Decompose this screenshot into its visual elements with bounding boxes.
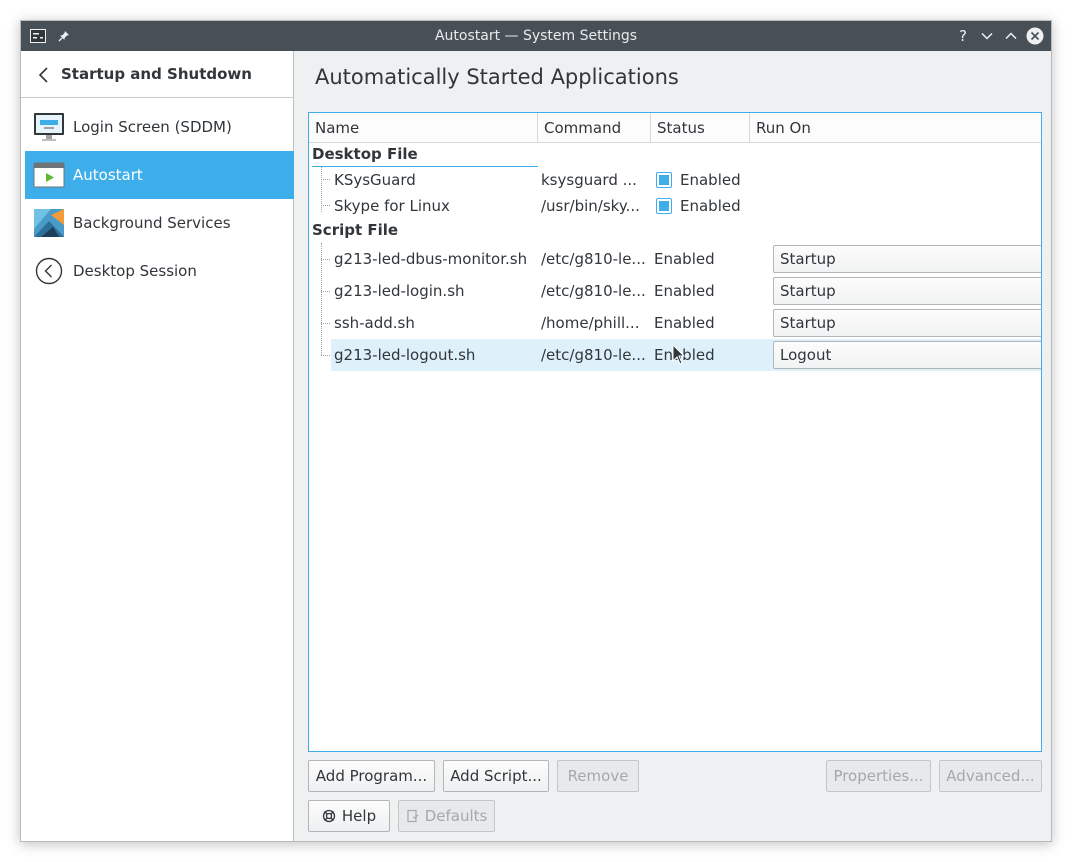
row-status: Enabled [654, 346, 715, 364]
row-name: KSysGuard [334, 171, 416, 189]
status-label: Enabled [680, 171, 741, 189]
enabled-checkbox[interactable] [656, 198, 672, 214]
row-name: g213-led-login.sh [334, 282, 465, 300]
sidebar-item-label: Autostart [73, 166, 143, 184]
enabled-checkbox[interactable] [656, 172, 672, 188]
table-row[interactable]: g213-led-login.sh /etc/g810-le... Enable… [331, 275, 1041, 307]
close-icon[interactable] [1024, 21, 1046, 51]
row-command: /home/phill... [541, 314, 640, 332]
table-row[interactable]: ssh-add.sh /home/phill... Enabled Startu… [331, 307, 1041, 339]
sidebar-item-label: Background Services [73, 214, 231, 232]
group-script-file[interactable]: Script File [312, 218, 398, 242]
table-row[interactable]: Skype for Linux /usr/bin/sky... Enabled [331, 193, 1041, 219]
tree-branch-tick [321, 323, 330, 324]
lifebuoy-icon [322, 809, 336, 823]
autostart-tree[interactable]: Name Command Status Run On Desktop File … [308, 112, 1042, 752]
defaults-button[interactable]: Defaults [398, 800, 495, 832]
minimize-icon[interactable] [976, 21, 998, 51]
tree-branch-tick [321, 355, 330, 356]
title-bar: Autostart — System Settings ? [21, 21, 1051, 51]
sidebar-item-label: Desktop Session [73, 262, 197, 280]
row-name: g213-led-dbus-monitor.sh [334, 250, 528, 268]
row-command: /etc/g810-le... [541, 282, 646, 300]
sidebar-item-label: Login Screen (SDDM) [73, 118, 232, 136]
run-on-value: Startup [780, 282, 836, 300]
column-header-status[interactable]: Status [651, 113, 750, 143]
mouse-cursor-icon [672, 344, 686, 365]
maximize-icon[interactable] [1000, 21, 1022, 51]
table-row-selected[interactable]: g213-led-logout.sh /etc/g810-le... Enabl… [331, 339, 1041, 371]
row-command: /etc/g810-le... [541, 346, 646, 364]
monitor-icon [34, 113, 64, 141]
main-content: Automatically Started Applications Name … [295, 51, 1051, 841]
row-status: Enabled [656, 167, 766, 193]
row-status: Enabled [654, 250, 715, 268]
sidebar-item-desktop-session[interactable]: Desktop Session [25, 247, 294, 295]
table-row[interactable]: g213-led-dbus-monitor.sh /etc/g810-le...… [331, 243, 1041, 275]
row-status: Enabled [654, 282, 715, 300]
run-on-dropdown[interactable]: Logout [773, 341, 1041, 369]
run-on-dropdown[interactable]: Startup [773, 245, 1041, 273]
window-title: Autostart — System Settings [434, 28, 638, 44]
row-status: Enabled [656, 193, 766, 219]
sidebar-item-background-services[interactable]: Background Services [25, 199, 294, 247]
row-command: ksysguard ... [541, 171, 637, 189]
column-header-command[interactable]: Command [538, 113, 651, 143]
help-icon[interactable]: ? [952, 21, 974, 51]
run-on-dropdown[interactable]: Startup [773, 277, 1041, 305]
sidebar-title: Startup and Shutdown [61, 65, 252, 83]
advanced-button[interactable]: Advanced... [939, 760, 1042, 792]
table-row[interactable]: KSysGuard ksysguard ... Enabled [331, 167, 1041, 193]
tree-branch-tick [321, 259, 330, 260]
tree-header: Name Command Status Run On [309, 113, 1041, 143]
page-title: Automatically Started Applications [315, 65, 679, 89]
sidebar-header[interactable]: Startup and Shutdown [21, 51, 294, 98]
row-command: /usr/bin/sky... [541, 197, 640, 215]
run-on-value: Startup [780, 250, 836, 268]
session-icon [35, 257, 63, 285]
help-button[interactable]: Help [308, 800, 390, 832]
tree-branch-tick [321, 291, 330, 292]
tree-branch-tick [321, 205, 330, 206]
help-label: Help [341, 807, 377, 825]
sidebar-item-autostart[interactable]: Autostart [25, 151, 294, 199]
document-revert-icon [407, 809, 419, 823]
settings-window: Autostart — System Settings ? Startup an… [20, 20, 1052, 842]
row-name: Skype for Linux [334, 197, 450, 215]
row-name: g213-led-logout.sh [334, 346, 476, 364]
column-header-name[interactable]: Name [309, 113, 538, 143]
remove-button[interactable]: Remove [557, 760, 639, 792]
group-desktop-file[interactable]: Desktop File [312, 142, 418, 166]
run-on-dropdown[interactable]: Startup [773, 309, 1041, 337]
run-on-value: Logout [780, 346, 832, 364]
services-icon [34, 209, 64, 237]
tree-branch-tick [321, 179, 330, 180]
run-on-value: Startup [780, 314, 836, 332]
sidebar-item-login-screen[interactable]: Login Screen (SDDM) [25, 103, 294, 151]
row-status: Enabled [654, 314, 715, 332]
add-script-button[interactable]: Add Script... [443, 760, 549, 792]
row-command: /etc/g810-le... [541, 250, 646, 268]
back-arrow-icon[interactable] [37, 66, 51, 84]
row-name: ssh-add.sh [334, 314, 415, 332]
sidebar: Startup and Shutdown Login Screen (SDDM)… [21, 51, 294, 841]
properties-button[interactable]: Properties... [826, 760, 931, 792]
add-program-button[interactable]: Add Program... [308, 760, 435, 792]
status-label: Enabled [680, 197, 741, 215]
defaults-label: Defaults [424, 807, 488, 825]
autostart-icon [33, 162, 65, 188]
column-header-run-on[interactable]: Run On [750, 113, 1041, 143]
